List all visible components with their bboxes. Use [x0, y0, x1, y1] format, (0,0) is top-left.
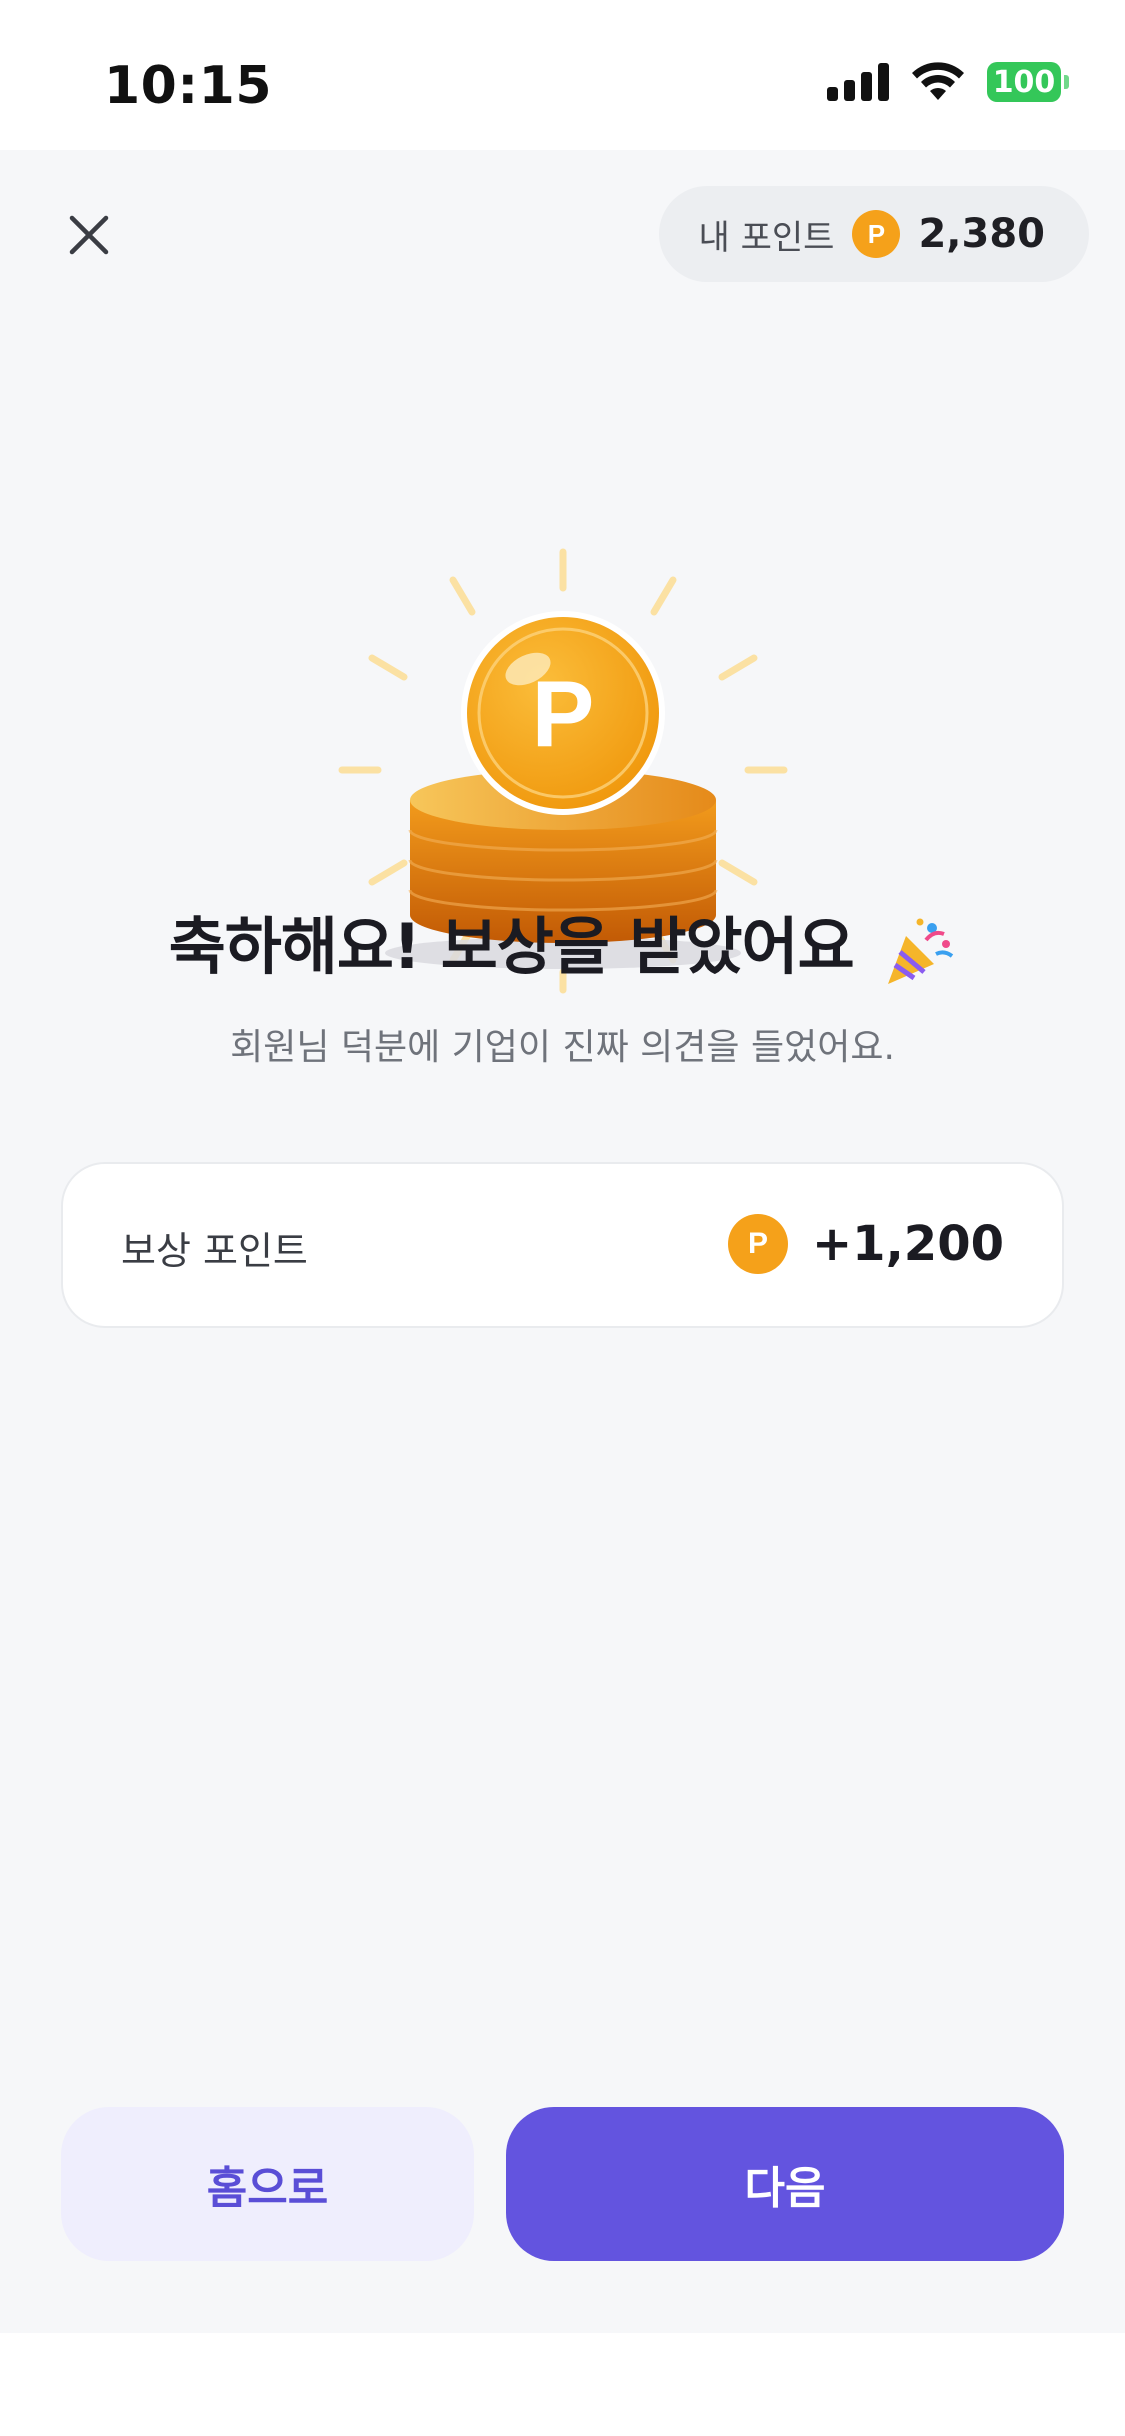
status-time: 10:15 [104, 56, 273, 116]
reward-points-value: +1,200 [811, 1216, 1004, 1272]
reward-points-card: 보상 포인트 P +1,200 [61, 1162, 1064, 1328]
reward-points-amount: P +1,200 [727, 1214, 1004, 1274]
cellular-signal-icon [827, 63, 889, 101]
party-popper-icon [888, 918, 954, 984]
status-icons: 100 [827, 62, 1069, 102]
reward-screen: 내 포인트 P 2,380 P 축하해요! 보상을 받았어요 회원님 덕분에 기… [0, 150, 1125, 2333]
wifi-icon [912, 62, 964, 100]
headline-text: 축하해요! 보상을 받았어요 [168, 910, 855, 983]
my-points-pill: 내 포인트 P 2,380 [658, 186, 1089, 282]
status-bar: 10:15 100 [0, 0, 1125, 150]
coin-icon: P [852, 210, 901, 258]
coin-letter: P [532, 661, 595, 766]
reward-points-label: 보상 포인트 [121, 1229, 308, 1273]
close-icon [69, 215, 109, 255]
battery-level: 100 [987, 62, 1061, 102]
page-title: 축하해요! 보상을 받았어요 [0, 896, 1125, 988]
my-points-label: 내 포인트 [698, 217, 835, 258]
close-button[interactable] [56, 202, 122, 268]
subtitle: 회원님 덕분에 기업이 진짜 의견을 들었어요. [230, 1027, 895, 1068]
home-button[interactable]: 홈으로 [61, 2107, 474, 2261]
coin-icon: P [727, 1214, 788, 1274]
battery-icon: 100 [987, 62, 1069, 102]
next-button[interactable]: 다음 [506, 2107, 1064, 2261]
my-points-value: 2,380 [918, 211, 1045, 257]
